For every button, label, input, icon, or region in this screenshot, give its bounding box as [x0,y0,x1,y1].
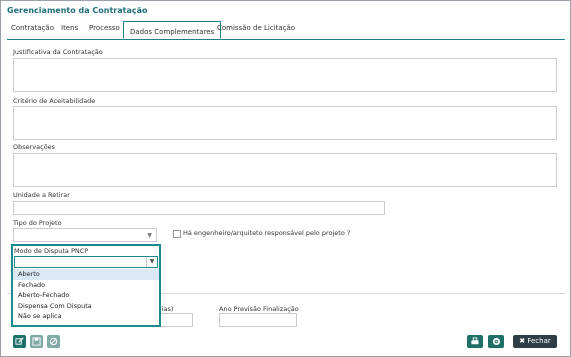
criterio-textarea[interactable] [13,106,557,140]
unidade-label: Unidade a Retirar [13,191,70,199]
tab-contratacao[interactable]: Contratação [11,24,54,32]
chevron-down-icon: ▼ [147,232,152,239]
tab-dados-complementares[interactable]: Dados Complementares [123,21,222,39]
ano-previsao-label: Ano Previsão Finalização [219,305,299,313]
page-title: Gerenciamento da Contratação [7,6,148,15]
cancel-button[interactable] [47,335,60,348]
ano-previsao-input[interactable] [219,313,297,327]
main-window: Gerenciamento da Contratação Contratação… [0,0,571,357]
observacoes-textarea[interactable] [13,153,557,187]
option-aberto-fechado[interactable]: Aberto-Fechado [13,290,159,301]
criterio-label: Critério de Aceitabilidade [13,97,96,105]
option-nao-se-aplica[interactable]: Não se aplica [13,311,159,322]
edit-button[interactable] [13,335,26,348]
tab-comissao-licitacao[interactable]: Comissão de Licitação [217,24,295,32]
tipo-projeto-select[interactable]: ▼ [13,228,157,242]
option-dispensa-com-disputa[interactable]: Dispensa Com Disputa [13,301,159,312]
edit-icon [15,337,24,345]
close-icon: ✖ [519,337,526,345]
tab-processo[interactable]: Processo [89,24,120,32]
modo-disputa-panel: Modo de Disputa PNCP ▼ Aberto Fechado Ab… [11,244,161,327]
engenheiro-label: Há engenheiro/arquiteto responsável pelo… [183,229,351,237]
unidade-input[interactable] [13,201,385,215]
option-fechado[interactable]: Fechado [13,280,159,291]
tipo-projeto-label: Tipo do Projeto [13,219,62,227]
justificativa-label: Justificativa da Contratação [13,48,103,56]
save-button[interactable] [30,335,43,348]
observacoes-label: Observações [13,143,56,151]
chevron-down-icon[interactable]: ▼ [146,257,157,267]
print-icon [471,337,479,345]
tab-itens[interactable]: Itens [61,24,78,32]
ban-icon [49,337,58,346]
settings-button[interactable] [488,335,504,348]
option-aberto[interactable]: Aberto [13,269,159,280]
print-button[interactable] [467,335,483,348]
tab-bar: Contratação Itens Processo Dados Complem… [7,21,565,40]
modo-disputa-label: Modo de Disputa PNCP [14,247,89,255]
floppy-icon [32,337,41,346]
close-button-label: Fechar [527,337,551,345]
gear-icon [492,337,500,346]
justificativa-textarea[interactable] [13,58,557,92]
close-button[interactable]: ✖ Fechar [513,335,557,348]
dropdown-options-list: Aberto Fechado Aberto-Fechado Dispensa C… [13,269,159,322]
engenheiro-checkbox[interactable] [173,230,181,238]
modo-disputa-select[interactable]: ▼ [14,256,158,268]
